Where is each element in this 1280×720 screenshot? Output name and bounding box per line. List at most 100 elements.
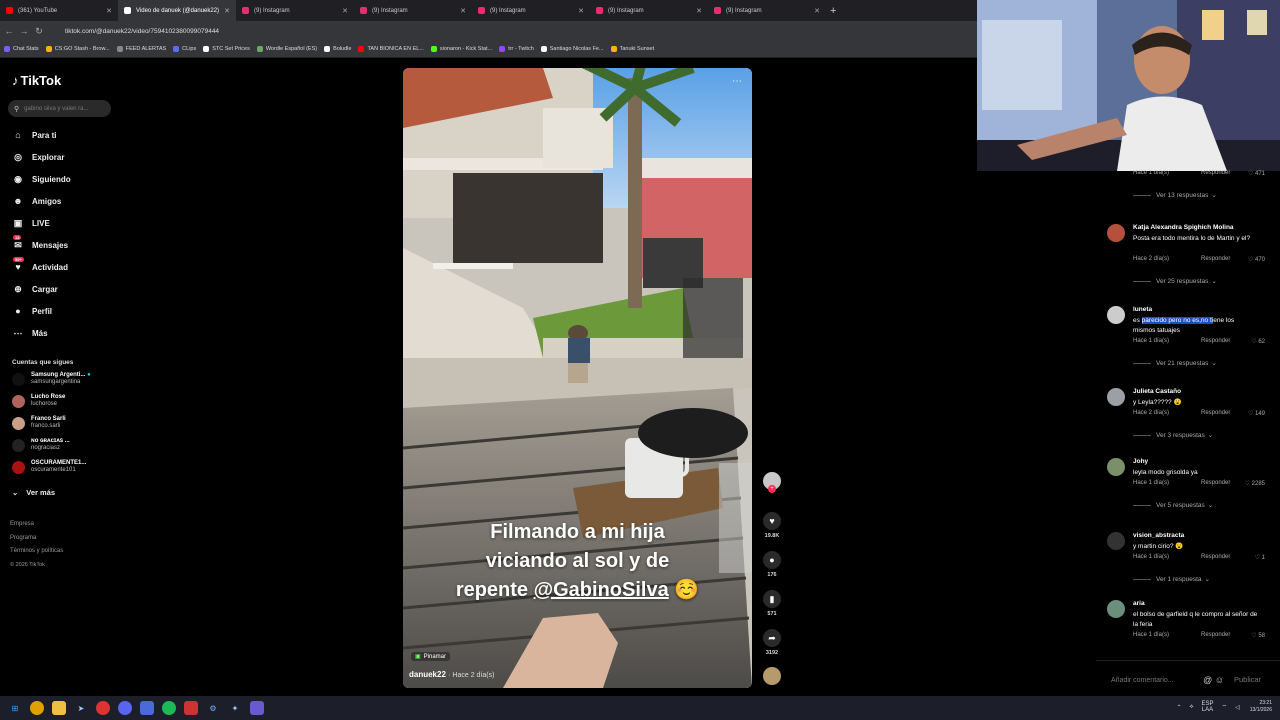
bookmark-item[interactable]: CLips: [173, 46, 196, 52]
view-replies-button[interactable]: Ver 25 respuestas ⌄: [1133, 277, 1217, 285]
author-name[interactable]: danuek22: [409, 670, 446, 679]
comment-like-button[interactable]: ♡ 62: [1251, 338, 1265, 345]
view-replies-button[interactable]: Ver 3 respuestas ⌄: [1133, 431, 1213, 439]
commenter-avatar[interactable]: [1107, 600, 1125, 618]
more-options-icon[interactable]: ⋯: [732, 76, 742, 87]
obs-icon[interactable]: [250, 701, 264, 715]
calendar-app-icon[interactable]: [184, 701, 198, 715]
steam-icon[interactable]: ➤: [74, 701, 88, 715]
bookmark-item[interactable]: TAN BIONICA EN EL...: [358, 46, 424, 52]
comment-like-button[interactable]: ♡ 470: [1248, 256, 1265, 263]
network-icon[interactable]: ⟡: [1190, 704, 1194, 711]
sidebar-nav-item[interactable]: ▣ LIVE: [12, 217, 50, 229]
commenter-name[interactable]: Johy: [1133, 458, 1148, 465]
commenter-name[interactable]: vision_abstracta: [1133, 532, 1184, 539]
bookmark-item[interactable]: Santiago Nicolas Fe...: [540, 46, 604, 52]
wifi-icon[interactable]: ⌔: [1221, 703, 1227, 711]
followed-account[interactable]: ɴᴏ ɢʀᴀᴄɪᴀꜱ ... nograciasz: [12, 438, 70, 452]
sidebar-nav-item[interactable]: ⋯ Más: [12, 327, 48, 339]
comment-button[interactable]: ● 176: [760, 551, 784, 578]
browser-tab[interactable]: (9) Instagram ✕: [354, 0, 472, 21]
close-tab-icon[interactable]: ✕: [224, 7, 230, 15]
commenter-avatar[interactable]: [1107, 388, 1125, 406]
spotify-icon[interactable]: [162, 701, 176, 715]
vpn-icon[interactable]: ⚙: [206, 701, 220, 715]
reply-button[interactable]: Responder: [1201, 632, 1230, 638]
footer-link-programa[interactable]: Programa: [10, 532, 63, 546]
creator-avatar[interactable]: +: [760, 472, 784, 493]
followed-account[interactable]: Franco Sarli franco.sarli: [12, 416, 66, 430]
bookmark-item[interactable]: sionaron - Kick Stat...: [430, 46, 492, 52]
sidebar-nav-item[interactable]: ♥ 99+ Actividad: [12, 257, 68, 273]
bookmark-item[interactable]: Chat Stats: [4, 46, 39, 52]
sidebar-nav-item[interactable]: ◎ Explorar: [12, 151, 64, 163]
sidebar-nav-item[interactable]: ◉ Siguiendo: [12, 173, 71, 185]
close-tab-icon[interactable]: ✕: [696, 7, 702, 15]
location-tag[interactable]: ▣ Pinamar: [411, 652, 451, 661]
add-comment-input[interactable]: Añadir comentario... @ ☺: [1104, 671, 1224, 689]
close-tab-icon[interactable]: ✕: [578, 7, 584, 15]
reply-button[interactable]: Responder: [1201, 170, 1230, 176]
sidebar-nav-item[interactable]: ● Perfil: [12, 305, 52, 317]
monitor-app-icon[interactable]: [140, 701, 154, 715]
tiktok-logo[interactable]: ♪ TikTok: [12, 73, 61, 88]
followed-account[interactable]: Samsung Argenti... ● samsungargentina: [12, 372, 91, 386]
heart-button[interactable]: ♥ 19.8K: [760, 512, 784, 539]
commenter-name[interactable]: luneta: [1133, 306, 1152, 313]
volume-icon[interactable]: ◁: [1235, 704, 1240, 711]
url-text[interactable]: tiktok.com/@danuek22/video/7594102380099…: [65, 28, 219, 35]
close-tab-icon[interactable]: ✕: [342, 7, 348, 15]
browser-tab[interactable]: (361) YouTube ✕: [0, 0, 118, 21]
music-disc[interactable]: [760, 667, 784, 685]
settings-icon[interactable]: ✦: [228, 701, 242, 715]
sidebar-nav-item[interactable]: ✉ 13 Mensajes: [12, 235, 68, 251]
reply-button[interactable]: Responder: [1201, 256, 1230, 262]
bookmark-item[interactable]: CS:GO Stash - Brow...: [45, 46, 110, 52]
new-tab-icon[interactable]: +: [830, 5, 836, 17]
reply-button[interactable]: Responder: [1201, 338, 1230, 344]
bookmark-item[interactable]: STC Set Prices: [203, 46, 250, 52]
discord-icon[interactable]: [118, 701, 132, 715]
view-replies-button[interactable]: Ver 5 respuestas ⌄: [1133, 501, 1213, 509]
sidebar-nav-item[interactable]: ⊕ Cargar: [12, 283, 58, 295]
chrome-icon[interactable]: [30, 701, 44, 715]
caption-mention-link[interactable]: @GabinoSilva: [534, 579, 669, 601]
commenter-avatar[interactable]: [1107, 224, 1125, 242]
forward-icon[interactable]: →: [18, 26, 30, 36]
video-player[interactable]: ⋯ Filmando a mi hija viciando al sol y d…: [403, 68, 752, 688]
bookmark-item[interactable]: trr - Twitch: [499, 46, 534, 52]
tray-chevron-icon[interactable]: ⌃: [1176, 704, 1181, 711]
browser-tab[interactable]: Video de danuek (@danuek22) ✕: [118, 0, 236, 21]
windows-start-icon[interactable]: ⊞: [8, 701, 22, 715]
bookmark-button[interactable]: ▮ 571: [760, 590, 784, 617]
browser-tab[interactable]: (9) Instagram ✕: [590, 0, 708, 21]
app-icon[interactable]: [96, 701, 110, 715]
commenter-name[interactable]: Katja Alexandra Spighich Molina: [1133, 224, 1234, 231]
comment-like-button[interactable]: ♡ 2285: [1245, 480, 1265, 487]
view-replies-button[interactable]: Ver 13 respuestas ⌄: [1133, 191, 1217, 199]
file-explorer-icon[interactable]: [52, 701, 66, 715]
close-tab-icon[interactable]: ✕: [460, 7, 466, 15]
view-replies-button[interactable]: Ver 1 respuesta ⌄: [1133, 575, 1210, 583]
followed-account[interactable]: OSCURAMENTE1... oscuramente101: [12, 460, 86, 474]
mention-emoji-icons[interactable]: @ ☺: [1203, 675, 1224, 685]
browser-tab[interactable]: (9) Instagram ✕: [708, 0, 826, 21]
browser-tab[interactable]: (9) Instagram ✕: [236, 0, 354, 21]
commenter-name[interactable]: aria: [1133, 600, 1145, 607]
comment-like-button[interactable]: ♡ 1: [1255, 554, 1265, 561]
reply-button[interactable]: Responder: [1201, 410, 1230, 416]
publish-button[interactable]: Publicar: [1234, 675, 1261, 684]
bookmark-item[interactable]: FEED ALERTAS: [116, 46, 166, 52]
comment-like-button[interactable]: ♡ 149: [1248, 410, 1265, 417]
reload-icon[interactable]: ↻: [33, 26, 45, 37]
view-replies-button[interactable]: Ver 21 respuestas ⌄: [1133, 359, 1217, 367]
sidebar-nav-item[interactable]: ☻ Amigos: [12, 195, 61, 207]
video-author[interactable]: danuek22 · Hace 2 día(s): [409, 670, 494, 679]
back-icon[interactable]: ←: [3, 26, 15, 36]
sidebar-nav-item[interactable]: ⌂ Para ti: [12, 129, 56, 141]
clock[interactable]: 23:21 13/1/2026: [1250, 700, 1272, 714]
reply-button[interactable]: Responder: [1201, 554, 1230, 560]
comment-like-button[interactable]: ♡ 471: [1248, 170, 1265, 177]
commenter-name[interactable]: Julieta Castaño: [1133, 388, 1181, 395]
bookmark-item[interactable]: Wordle Español (ES): [256, 46, 317, 52]
